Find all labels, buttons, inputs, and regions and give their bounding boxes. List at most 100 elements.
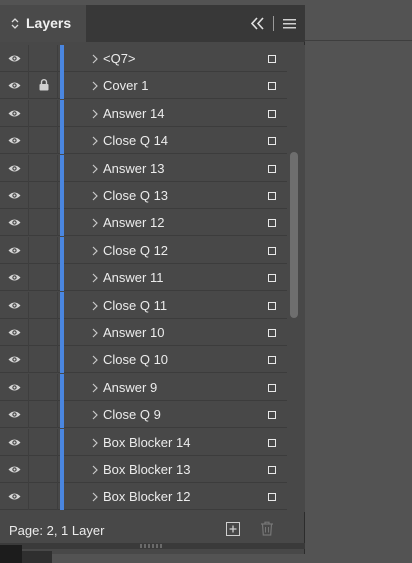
selection-square[interactable] [268, 164, 276, 173]
selection-square[interactable] [268, 383, 276, 392]
lock-toggle[interactable] [30, 236, 58, 264]
lock-toggle[interactable] [30, 483, 58, 511]
chevron-right-icon[interactable] [92, 301, 98, 311]
chevron-right-icon[interactable] [92, 355, 98, 365]
layer-row[interactable]: Answer 11 [0, 264, 287, 292]
chevron-right-icon[interactable] [92, 328, 98, 338]
visibility-toggle[interactable] [0, 182, 29, 209]
lock-toggle[interactable] [30, 401, 58, 429]
scroll-thumb[interactable] [290, 152, 298, 318]
selection-square[interactable] [268, 301, 276, 310]
new-layer-icon[interactable] [226, 522, 240, 536]
layer-name: Answer 9 [103, 379, 158, 395]
eye-icon [8, 384, 21, 391]
visibility-toggle[interactable] [0, 154, 29, 182]
layer-row[interactable]: Close Q 11 [0, 291, 287, 319]
layer-row[interactable]: Close Q 12 [0, 236, 287, 264]
lock-toggle[interactable] [30, 346, 58, 374]
chevron-right-icon[interactable] [92, 410, 98, 420]
selection-square[interactable] [268, 192, 276, 200]
hamburger-menu-icon[interactable] [283, 19, 296, 29]
lock-toggle[interactable] [30, 127, 58, 155]
panel-resize-strip[interactable] [0, 543, 305, 549]
visibility-toggle[interactable] [0, 127, 29, 155]
selection-square[interactable] [268, 109, 276, 118]
visibility-toggle[interactable] [0, 456, 29, 483]
chevron-right-icon[interactable] [92, 54, 98, 64]
layer-row[interactable]: <Q7> [0, 45, 287, 72]
chevron-right-icon[interactable] [92, 246, 98, 256]
layer-row[interactable]: Box Blocker 13 [0, 456, 287, 483]
chevron-right-icon[interactable] [92, 438, 98, 448]
chevron-right-icon[interactable] [92, 383, 98, 393]
lock-toggle[interactable] [30, 72, 58, 100]
visibility-toggle[interactable] [0, 291, 29, 319]
chevron-right-icon[interactable] [92, 492, 98, 502]
lock-toggle[interactable] [30, 182, 58, 209]
layer-list-scrollbar[interactable] [287, 45, 305, 512]
layer-row[interactable]: Answer 14 [0, 99, 287, 127]
chevron-right-icon[interactable] [92, 109, 98, 119]
visibility-toggle[interactable] [0, 428, 29, 456]
trash-icon[interactable] [260, 521, 274, 536]
selection-square[interactable] [268, 219, 276, 228]
selection-square[interactable] [268, 438, 276, 447]
layer-row[interactable]: Close Q 14 [0, 127, 287, 155]
layer-row[interactable]: Cover 1 [0, 72, 287, 100]
visibility-toggle[interactable] [0, 209, 29, 237]
visibility-toggle[interactable] [0, 373, 29, 401]
eye-icon [8, 329, 21, 336]
chevron-right-icon[interactable] [92, 218, 98, 228]
layer-row[interactable]: Close Q 13 [0, 182, 287, 209]
lock-toggle[interactable] [30, 319, 58, 346]
layer-color-strip [60, 99, 64, 127]
visibility-toggle[interactable] [0, 236, 29, 264]
layer-row[interactable]: Answer 13 [0, 154, 287, 182]
lock-toggle[interactable] [30, 99, 58, 127]
up-down-arrows-icon[interactable] [11, 17, 19, 30]
layer-row[interactable]: Close Q 9 [0, 401, 287, 429]
chevron-right-icon[interactable] [92, 164, 98, 174]
selection-square[interactable] [268, 411, 276, 420]
layer-row[interactable]: Box Blocker 12 [0, 483, 287, 511]
chevron-right-icon[interactable] [92, 81, 98, 91]
selection-square[interactable] [268, 246, 276, 255]
visibility-toggle[interactable] [0, 483, 29, 511]
lock-toggle[interactable] [30, 209, 58, 237]
layer-row[interactable]: Close Q 10 [0, 346, 287, 374]
visibility-toggle[interactable] [0, 346, 29, 374]
lock-toggle[interactable] [30, 428, 58, 456]
selection-square[interactable] [268, 137, 276, 146]
visibility-toggle[interactable] [0, 72, 29, 100]
chevron-right-icon[interactable] [92, 465, 98, 475]
visibility-toggle[interactable] [0, 264, 29, 292]
selection-square[interactable] [268, 493, 276, 502]
visibility-toggle[interactable] [0, 45, 29, 72]
visibility-toggle[interactable] [0, 319, 29, 346]
tab-layers[interactable]: Layers [0, 5, 86, 42]
selection-square[interactable] [268, 55, 276, 63]
visibility-toggle[interactable] [0, 401, 29, 429]
layer-row[interactable]: Answer 9 [0, 373, 287, 401]
double-chevron-left-icon[interactable] [251, 17, 265, 30]
lock-toggle[interactable] [30, 154, 58, 182]
layer-row[interactable]: Answer 12 [0, 209, 287, 237]
selection-square[interactable] [268, 466, 276, 474]
lock-toggle[interactable] [30, 373, 58, 401]
layer-row[interactable]: Box Blocker 14 [0, 428, 287, 456]
chevron-right-icon[interactable] [92, 273, 98, 283]
selection-square[interactable] [268, 274, 276, 283]
selection-square[interactable] [268, 329, 276, 337]
selection-square[interactable] [268, 82, 276, 91]
visibility-toggle[interactable] [0, 99, 29, 127]
chevron-right-icon[interactable] [92, 191, 98, 201]
resize-grip[interactable] [140, 544, 164, 548]
lock-toggle[interactable] [30, 291, 58, 319]
lock-toggle[interactable] [30, 45, 58, 72]
lock-toggle[interactable] [30, 456, 58, 483]
selection-square[interactable] [268, 356, 276, 365]
layer-row[interactable]: Answer 10 [0, 319, 287, 346]
lock-toggle[interactable] [30, 264, 58, 292]
layer-color-strip [60, 291, 64, 319]
chevron-right-icon[interactable] [92, 136, 98, 146]
